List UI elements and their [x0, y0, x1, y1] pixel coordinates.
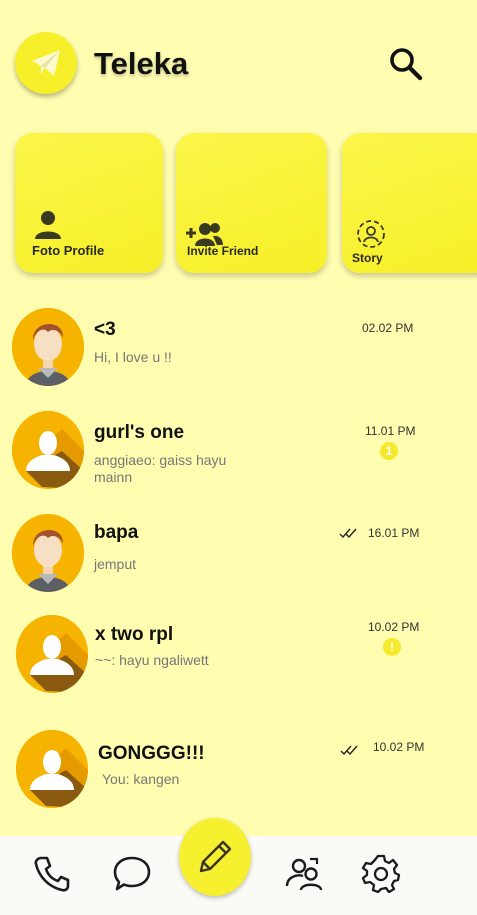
invite-friend-label: Invite Friend [187, 244, 259, 258]
gear-icon [361, 854, 401, 894]
chat-message: You: kangen [102, 771, 180, 787]
search-button[interactable] [386, 44, 426, 84]
chat-time: 10.02 PM [373, 740, 425, 754]
invite-friend-card[interactable]: Invite Friend [176, 133, 327, 273]
chat-message: anggiaeo: gaiss hayu mainn [94, 452, 227, 485]
chat-item[interactable]: GONGGG!!! You: kangen 10.02 PM [0, 728, 477, 818]
chat-time: 10.02 PM [368, 620, 420, 634]
chat-message: jemput [94, 556, 137, 572]
default-avatar [16, 730, 88, 808]
story-label: Story [352, 251, 383, 265]
calls-tab[interactable] [32, 854, 72, 894]
man-avatar [12, 308, 84, 386]
pencil-icon [199, 840, 232, 873]
chat-item[interactable]: bapa jemput 16.01 PM [0, 511, 477, 601]
foto-profile-label: Foto Profile [32, 243, 105, 258]
chat-item[interactable]: x two rpl ~~: hayu ngaliwett 10.02 PM ! [0, 614, 477, 704]
chat-item[interactable]: <3 Hi, I love u !! 02.02 PM [0, 305, 477, 395]
app-title: Teleka [94, 46, 189, 81]
telegram-paper-plane-icon [32, 50, 60, 76]
chat-name: <3 [94, 319, 116, 340]
contacts-tab[interactable] [284, 854, 324, 894]
unread-badge: 1 [380, 442, 398, 460]
chat-time: 02.02 PM [362, 321, 414, 335]
chat-name: bapa [94, 522, 139, 543]
default-avatar [12, 411, 84, 489]
unread-badge: ! [383, 638, 401, 656]
phone-icon [34, 856, 70, 892]
chat-item[interactable]: gurl's one anggiaeo: gaiss hayu mainn 11… [0, 408, 477, 498]
app-logo[interactable] [15, 32, 77, 94]
contacts-icon [285, 857, 323, 891]
chat-message: Hi, I love u !! [94, 349, 172, 365]
chat-name: gurl's one [94, 422, 185, 443]
chat-time: 11.01 PM [365, 424, 416, 438]
chat-bubble-icon [113, 856, 151, 891]
man-avatar [12, 514, 84, 592]
story-icon [357, 220, 385, 248]
user-icon [35, 211, 61, 239]
chats-tab[interactable] [112, 854, 152, 894]
chat-name: x two rpl [95, 624, 174, 645]
compose-button[interactable] [179, 818, 251, 896]
settings-tab[interactable] [361, 853, 401, 894]
search-icon [390, 48, 423, 81]
story-card[interactable]: Story [342, 133, 477, 273]
double-check-icon [340, 745, 358, 756]
chat-message: ~~: hayu ngaliwett [95, 652, 209, 668]
foto-profile-card[interactable]: Foto Profile [15, 133, 163, 273]
chat-name: GONGGG!!! [98, 743, 205, 764]
double-check-icon [339, 528, 357, 539]
chat-time: 16.01 PM [368, 526, 420, 540]
default-avatar [16, 615, 88, 693]
